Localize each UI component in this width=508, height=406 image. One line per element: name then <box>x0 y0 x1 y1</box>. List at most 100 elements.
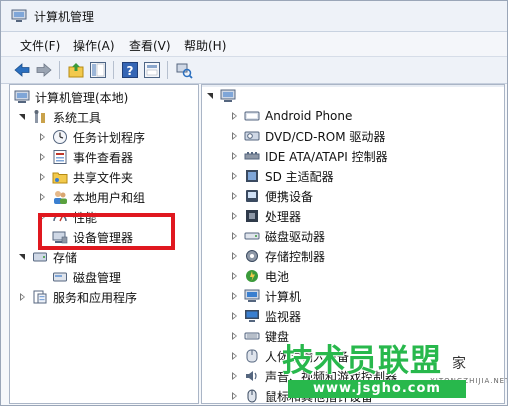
menu-file[interactable]: 文件(F) <box>20 37 60 54</box>
tree-node-services-applications[interactable]: 服务和应用程序 <box>18 288 137 306</box>
processor-icon <box>246 210 258 222</box>
collapsed-arrow-icon[interactable] <box>230 371 240 381</box>
computer-management-window: 计算机管理 文件(F) 操作(A) 查看(V) 帮助(H) ? 计算机管理(本地… <box>0 0 508 406</box>
device-category-processors[interactable]: 处理器 <box>230 207 301 225</box>
device-category-storage-controllers[interactable]: 存储控制器 <box>230 247 325 265</box>
toolbar-separator <box>113 61 114 79</box>
collapsed-arrow-icon[interactable] <box>230 271 240 281</box>
menu-bar: 文件(F) 操作(A) 查看(V) 帮助(H) <box>1 32 507 56</box>
collapsed-arrow-icon[interactable] <box>230 151 240 161</box>
speaker-icon <box>246 371 257 381</box>
keyboard-icon <box>244 332 260 340</box>
show-hide-tree-icon[interactable] <box>89 61 107 79</box>
computer-icon <box>220 89 236 102</box>
toolbar: ? <box>1 56 507 84</box>
device-category-label: Android Phone <box>265 109 353 123</box>
expanded-arrow-icon[interactable] <box>206 91 216 101</box>
collapsed-arrow-icon[interactable] <box>230 191 240 201</box>
collapsed-arrow-icon[interactable] <box>230 231 240 241</box>
device-category-keyboards[interactable]: 键盘 <box>230 327 289 345</box>
tree-node-label: 共享文件夹 <box>73 170 134 185</box>
collapsed-arrow-icon[interactable] <box>38 172 48 182</box>
collapsed-arrow-icon[interactable] <box>230 311 240 321</box>
collapsed-arrow-icon[interactable] <box>230 391 240 401</box>
toolbar-separator <box>59 61 60 79</box>
watermark-brand: 技术员联盟 <box>282 343 442 379</box>
computer-management-icon <box>14 90 30 103</box>
device-category-label: 电池 <box>265 269 290 284</box>
tree-node-shared-folders[interactable]: 共享文件夹 <box>38 168 133 186</box>
collapsed-arrow-icon[interactable] <box>230 331 240 341</box>
device-tree-root[interactable] <box>206 87 241 105</box>
scan-hardware-icon[interactable] <box>175 61 193 79</box>
properties-icon[interactable] <box>143 61 161 79</box>
collapsed-arrow-icon[interactable] <box>230 251 240 261</box>
device-category-disk-drives[interactable]: 磁盘驱动器 <box>230 227 325 245</box>
optical-drive-icon <box>244 131 260 141</box>
battery-icon <box>246 270 258 282</box>
device-category-label: 磁盘驱动器 <box>265 229 326 244</box>
forward-arrow-icon[interactable] <box>35 61 53 79</box>
tree-node-disk-management[interactable]: 磁盘管理 <box>52 268 121 286</box>
menu-action[interactable]: 操作(A) <box>73 37 115 54</box>
title-bar: 计算机管理 <box>1 1 507 32</box>
back-arrow-icon[interactable] <box>13 61 31 79</box>
device-category-label: DVD/CD-ROM 驱动器 <box>265 129 386 144</box>
device-category-label: SD 主适配器 <box>265 169 334 184</box>
watermark-url: www.jsgho.com <box>288 380 466 398</box>
tree-node-local-users-groups[interactable]: 本地用户和组 <box>38 188 145 206</box>
collapsed-arrow-icon[interactable] <box>38 152 48 162</box>
shared-folder-icon <box>52 172 68 184</box>
ide-controller-icon <box>244 152 260 160</box>
tree-node-label: 事件查看器 <box>73 150 134 165</box>
menu-view[interactable]: 查看(V) <box>129 37 171 54</box>
device-category-batteries[interactable]: 电池 <box>230 267 289 285</box>
tree-node-task-scheduler[interactable]: 任务计划程序 <box>38 128 145 146</box>
collapsed-arrow-icon[interactable] <box>38 132 48 142</box>
collapsed-arrow-icon[interactable] <box>230 351 240 361</box>
help-icon[interactable]: ? <box>121 61 139 79</box>
collapsed-arrow-icon[interactable] <box>38 192 48 202</box>
input-device-icon <box>246 349 258 363</box>
device-manager-highlight <box>38 213 175 250</box>
mouse-icon <box>247 389 257 403</box>
pane-top-edge <box>202 85 504 87</box>
menu-help[interactable]: 帮助(H) <box>184 37 226 54</box>
tree-node-event-viewer[interactable]: 事件查看器 <box>38 148 133 166</box>
up-folder-icon[interactable] <box>67 61 85 79</box>
device-category-sd-host[interactable]: SD 主适配器 <box>230 167 334 185</box>
tools-icon <box>34 110 45 123</box>
tree-node-storage[interactable]: 存储 <box>18 248 77 266</box>
expanded-arrow-icon[interactable] <box>18 252 28 262</box>
device-category-label: 便携设备 <box>265 189 314 204</box>
tree-node-label: 任务计划程序 <box>73 130 146 145</box>
device-category-dvd-cdrom[interactable]: DVD/CD-ROM 驱动器 <box>230 127 385 145</box>
tree-node-computer-management[interactable]: 计算机管理(本地) <box>14 88 128 106</box>
collapsed-arrow-icon[interactable] <box>230 291 240 301</box>
disk-drive-icon <box>244 232 260 240</box>
device-category-label: 监视器 <box>265 309 302 324</box>
device-category-label: 存储控制器 <box>265 249 326 264</box>
device-category-android-phone[interactable]: Android Phone <box>230 107 352 125</box>
collapsed-arrow-icon[interactable] <box>230 171 240 181</box>
device-category-computer[interactable]: 计算机 <box>230 287 301 305</box>
device-category-ide-controller[interactable]: IDE ATA/ATAPI 控制器 <box>230 147 388 165</box>
collapsed-arrow-icon[interactable] <box>230 111 240 121</box>
site-watermark: 技术员联盟 家 XITONGZHIJIA.NET www.jsgho.com <box>282 331 507 401</box>
expanded-arrow-icon[interactable] <box>18 112 28 122</box>
device-category-portable-devices[interactable]: 便携设备 <box>230 187 313 205</box>
tree-node-label: 磁盘管理 <box>73 270 122 285</box>
device-category-label: 处理器 <box>265 209 302 224</box>
event-viewer-icon <box>53 150 67 164</box>
collapsed-arrow-icon[interactable] <box>230 131 240 141</box>
sd-adapter-icon <box>246 170 258 182</box>
device-category-monitors[interactable]: 监视器 <box>230 307 301 325</box>
device-category-label: IDE ATA/ATAPI 控制器 <box>265 149 388 164</box>
tree-node-label: 系统工具 <box>53 110 102 125</box>
window-title: 计算机管理 <box>34 10 95 24</box>
collapsed-arrow-icon[interactable] <box>230 211 240 221</box>
collapsed-arrow-icon[interactable] <box>18 292 28 302</box>
storage-icon <box>33 252 47 262</box>
tree-node-system-tools[interactable]: 系统工具 <box>18 108 101 126</box>
monitor-icon <box>245 310 259 322</box>
